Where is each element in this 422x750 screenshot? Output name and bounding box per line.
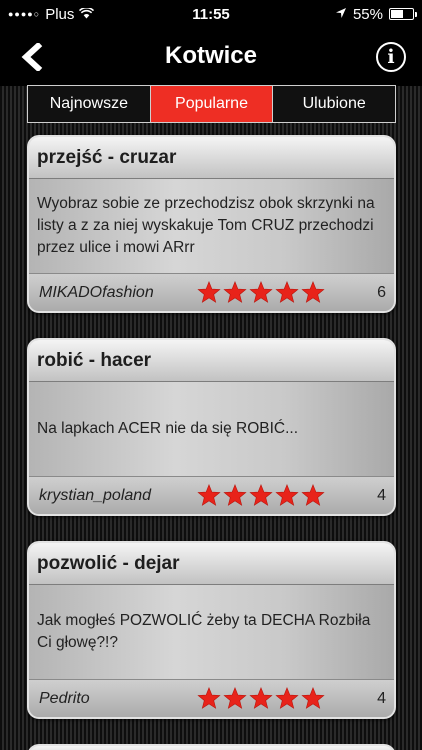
battery-icon (389, 8, 417, 20)
card-author: krystian_poland (39, 486, 152, 504)
card-author: MIKADOfashion (39, 283, 154, 301)
card-text: Na lapkach ACER nie da się ROBIĆ... (29, 382, 394, 476)
star-icon (197, 687, 221, 709)
card-footer: Pedrito 4 (29, 679, 394, 717)
vote-count: 6 (377, 283, 386, 301)
signal-strength-icon: ●●●●○ (8, 9, 41, 19)
star-icon (249, 484, 273, 506)
card-footer: MIKADOfashion 6 (29, 273, 394, 311)
battery-percent: 55% (352, 5, 383, 23)
tab-bar: Najnowsze Popularne Ulubione (27, 85, 396, 123)
rating-stars[interactable] (197, 281, 325, 304)
status-bar: ●●●●○ Plus 11:55 55% (0, 0, 422, 28)
card-title: robić - hacer (29, 340, 394, 382)
star-icon (223, 281, 247, 303)
star-icon (275, 281, 299, 303)
card-title: przejść - cruzar (29, 137, 394, 179)
card-footer: krystian_poland 4 (29, 476, 394, 514)
battery-fill (391, 10, 403, 18)
tab-popularne[interactable]: Popularne (150, 86, 274, 122)
back-button[interactable] (16, 42, 46, 72)
vote-count: 4 (377, 486, 386, 504)
wifi-icon (79, 6, 95, 22)
page-title: Kotwice (164, 42, 257, 69)
star-icon (301, 484, 325, 506)
star-icon (249, 281, 273, 303)
star-icon (301, 281, 325, 303)
navigation-bar: Kotwice i (0, 28, 422, 86)
vote-count: 4 (377, 689, 386, 707)
tab-najnowsze[interactable]: Najnowsze (28, 86, 151, 122)
star-icon (197, 484, 221, 506)
info-icon: i (387, 46, 395, 68)
chevron-left-icon (21, 43, 43, 71)
card-text: Wyobraz sobie ze przechodzisz obok skrzy… (29, 179, 394, 273)
card-author: Pedrito (39, 689, 90, 707)
card-text: Jak mogłeś POZWOLIĆ żeby ta DECHA Rozbił… (29, 585, 394, 679)
star-icon (223, 687, 247, 709)
star-icon (223, 484, 247, 506)
rating-stars[interactable] (197, 687, 325, 710)
carrier-name: Plus (45, 5, 75, 23)
card-title: pozwolić - dejar (29, 543, 394, 585)
rating-stars[interactable] (197, 484, 325, 507)
star-icon (197, 281, 221, 303)
star-icon (249, 687, 273, 709)
mnemonic-card-partial[interactable] (27, 744, 396, 750)
app-screen: ●●●●○ Plus 11:55 55% Kotwice i Najnowsze (0, 0, 422, 750)
location-arrow-icon (335, 6, 347, 23)
mnemonic-card[interactable]: pozwolić - dejar Jak mogłeś POZWOLIĆ żeb… (27, 541, 396, 719)
mnemonic-card[interactable]: robić - hacer Na lapkach ACER nie da się… (27, 338, 396, 516)
tab-ulubione[interactable]: Ulubione (273, 86, 395, 122)
star-icon (301, 687, 325, 709)
star-icon (275, 687, 299, 709)
info-button[interactable]: i (376, 42, 406, 72)
star-icon (275, 484, 299, 506)
mnemonic-card[interactable]: przejść - cruzar Wyobraz sobie ze przech… (27, 135, 396, 313)
